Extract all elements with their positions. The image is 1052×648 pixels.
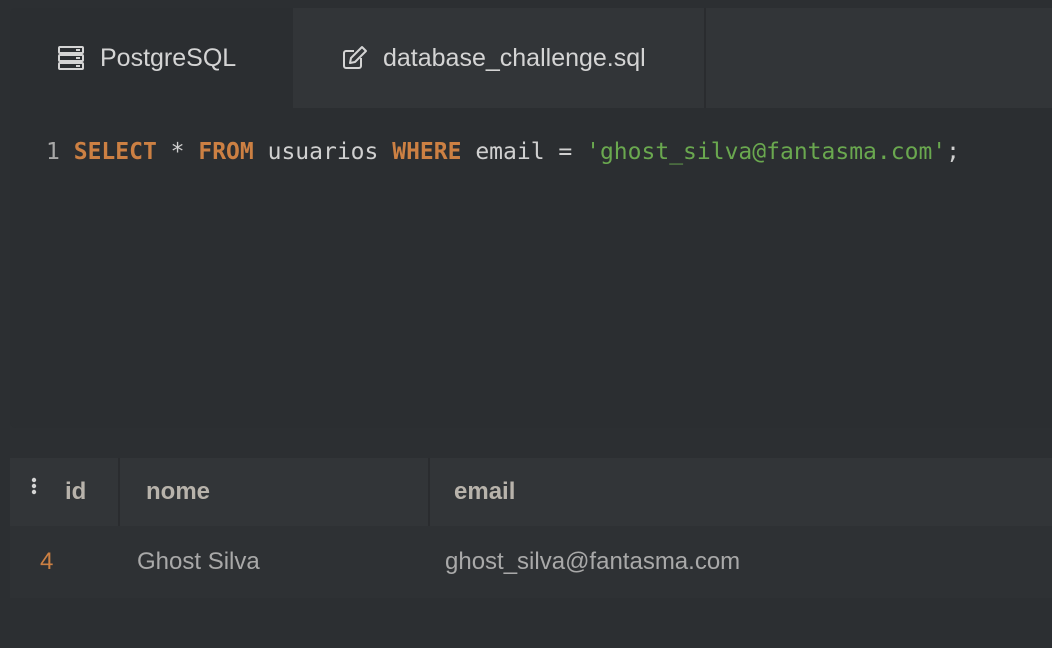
sql-string-literal: 'ghost_silva@fantasma.com' — [586, 139, 947, 165]
cell-nome: Ghost Silva — [137, 548, 260, 575]
app-window: PostgreSQL database_challenge.sql 1 SELE… — [0, 0, 1052, 648]
table-row[interactable]: 4 Ghost Silva ghost_silva@fantasma.com — [10, 526, 1052, 598]
sql-token: ; — [946, 139, 960, 165]
cell-email: ghost_silva@fantasma.com — [445, 548, 741, 575]
column-header-email[interactable]: email — [430, 458, 1052, 526]
column-header-nome[interactable]: nome — [120, 458, 428, 526]
tab-bar: PostgreSQL database_challenge.sql — [10, 8, 1052, 108]
column-header-id[interactable]: id — [10, 458, 118, 526]
code-editor[interactable]: 1 SELECT * FROM usuarios WHERE email = '… — [10, 108, 1052, 428]
server-icon — [58, 44, 86, 72]
cell-id: 4 — [40, 548, 54, 575]
results-grid: id nome email 4 Ghost Silva ghost_silva@… — [10, 458, 1052, 598]
grid-header: id nome email — [10, 458, 1052, 526]
edit-icon — [341, 44, 369, 72]
tab-label: PostgreSQL — [100, 43, 237, 72]
sql-token: * — [156, 139, 199, 165]
tab-postgresql[interactable]: PostgreSQL — [10, 8, 293, 108]
code-line: 1 SELECT * FROM usuarios WHERE email = '… — [46, 137, 960, 167]
sql-keyword: FROM — [198, 139, 254, 165]
sql-editor-panel: PostgreSQL database_challenge.sql 1 SELE… — [10, 8, 1052, 428]
tab-database-challenge-sql[interactable]: database_challenge.sql — [293, 8, 706, 108]
line-number: 1 — [46, 139, 60, 165]
sql-token: email = — [461, 139, 587, 165]
sql-token: usuarios — [253, 139, 393, 165]
tab-label: database_challenge.sql — [383, 43, 646, 72]
sql-keyword: SELECT — [73, 139, 157, 165]
sql-keyword: WHERE — [392, 139, 462, 165]
